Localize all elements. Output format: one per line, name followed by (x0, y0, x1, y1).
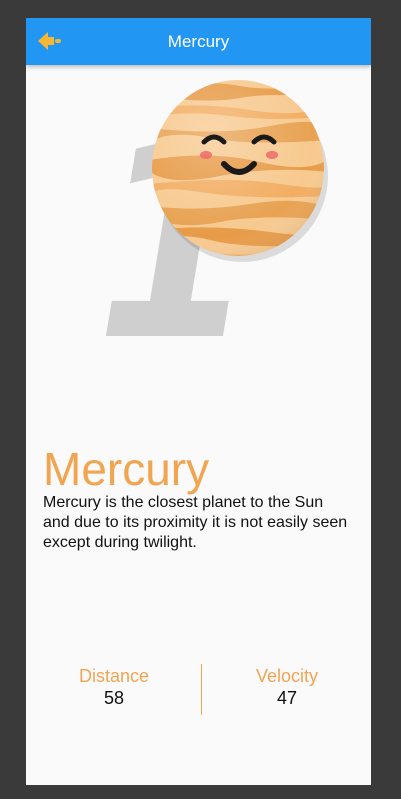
stat-label: Distance (78, 666, 150, 686)
stat-label: Velocity (255, 666, 319, 686)
planet-illustration (152, 80, 328, 262)
stat-distance: Distance 58 (28, 665, 200, 709)
planet-name: Mercury (43, 443, 210, 495)
stat-velocity: Velocity 47 (201, 665, 371, 709)
page-title: Mercury (167, 32, 230, 51)
screen: Mercury 1 Mercury Mercury is the closest… (26, 18, 371, 785)
app-bar: Mercury (26, 18, 371, 65)
stat-value: 58 (103, 688, 125, 708)
planet-description: Mercury is the closest planet to the Sun… (43, 494, 348, 551)
stat-value: 47 (276, 688, 298, 708)
